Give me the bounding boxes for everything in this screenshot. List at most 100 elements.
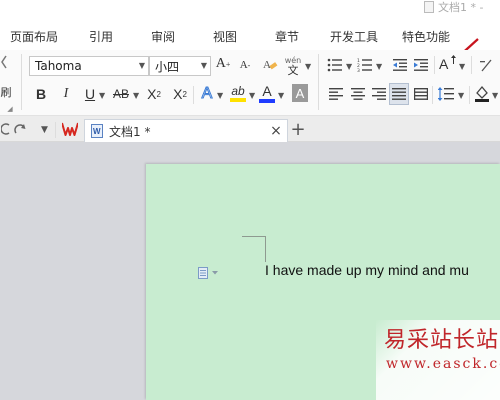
subscript-mark: 2 (182, 89, 187, 99)
bullet-list-icon[interactable] (326, 56, 344, 74)
subscript-label: X (173, 86, 183, 102)
grow-font-label: A (215, 56, 226, 71)
close-tab-icon[interactable]: × (269, 123, 283, 139)
font-size-value: 小四 (155, 59, 180, 74)
text-effect-button[interactable]: A (199, 84, 215, 104)
font-color-swatch (259, 99, 275, 103)
wps-logo-icon[interactable] (62, 121, 78, 137)
italic-button[interactable]: I (58, 85, 74, 103)
superscript-button[interactable]: X2 (144, 85, 164, 103)
menu-tab-view[interactable]: 视图 (213, 28, 237, 45)
document-tab[interactable]: W 文档1 * × (84, 119, 288, 142)
document-tab-row: ▼ W 文档1 * × + (0, 116, 500, 142)
svg-text:A: A (439, 56, 449, 72)
title-bar: 文档1 * - (0, 0, 500, 22)
chevron-down-icon[interactable]: ▼ (305, 62, 311, 71)
shrink-font-button[interactable]: A- (238, 56, 252, 74)
highlight-label: ab (231, 84, 245, 98)
font-color-label: A (262, 83, 272, 99)
align-center-icon[interactable] (350, 86, 366, 102)
ribbon-separator (432, 86, 433, 104)
ribbon-separator (21, 54, 22, 110)
distributed-align-icon[interactable] (413, 86, 429, 102)
subscript-button[interactable]: X2 (170, 85, 190, 103)
font-color-button[interactable]: A (258, 82, 276, 104)
document-icon (424, 1, 434, 13)
new-tab-icon[interactable]: + (290, 119, 306, 140)
chevron-down-icon[interactable]: ▼ (99, 91, 105, 100)
refresh-icon[interactable] (0, 121, 12, 137)
char-shading-button[interactable]: A (292, 84, 308, 102)
increase-indent-icon[interactable] (412, 56, 430, 74)
superscript-mark: 2 (156, 89, 161, 99)
decrease-indent-icon[interactable] (391, 56, 409, 74)
word-document-icon: W (90, 124, 104, 138)
menu-tab-developer[interactable]: 开发工具 (330, 28, 378, 45)
chevron-down-icon[interactable]: ▼ (459, 62, 465, 71)
text-direction-icon[interactable]: A (438, 54, 458, 74)
paragraph-shading-icon[interactable] (474, 84, 490, 104)
window-doc-title: 文档1 * - (424, 0, 483, 14)
chevron-down-icon[interactable]: ▼ (458, 91, 464, 100)
superscript-label: X (147, 86, 157, 102)
watermark-title: 易采站长站 (384, 328, 500, 353)
numbered-list-icon[interactable]: 123 (356, 56, 374, 74)
ribbon-separator (434, 56, 435, 74)
phonetic-guide-button[interactable]: wén 文 (284, 54, 302, 78)
justify-icon[interactable] (389, 83, 409, 105)
chevron-down-icon[interactable]: ▼ (376, 62, 382, 71)
menu-tab-review[interactable]: 审阅 (151, 28, 175, 45)
underline-button[interactable]: U (82, 85, 98, 103)
site-watermark: 易采站长站 www.easck.com (376, 320, 500, 400)
menu-bar: 页面布局 引用 审阅 视图 章节 开发工具 特色功能 (0, 22, 500, 62)
chevron-down-icon[interactable]: ▼ (217, 91, 223, 100)
menu-tab-references[interactable]: 引用 (89, 28, 113, 45)
chevron-down-icon[interactable]: ▼ (133, 91, 139, 100)
highlight-button[interactable]: ab (228, 82, 248, 104)
font-name-value: Tahoma (35, 59, 82, 73)
document-body-text[interactable]: I have made up my mind and mu (265, 262, 469, 278)
svg-text:3: 3 (357, 68, 360, 72)
align-left-icon[interactable] (328, 86, 344, 102)
redo-icon[interactable] (14, 121, 26, 137)
line-spacing-icon[interactable] (437, 86, 455, 102)
chevron-down-icon[interactable]: ▼ (346, 62, 352, 71)
watermark-url: www.easck.com (386, 356, 500, 372)
sort-icon[interactable] (478, 56, 494, 74)
chevron-down-icon[interactable]: ▼ (278, 91, 284, 100)
format-painter-label[interactable]: 刷 (0, 84, 12, 100)
chevron-down-icon[interactable]: ▼ (139, 61, 145, 70)
phonetic-bottom: 文 (287, 63, 299, 77)
clipboard-icon[interactable] (0, 54, 8, 70)
chevron-down-icon[interactable]: ▼ (492, 91, 498, 100)
document-tab-label: 文档1 * (109, 124, 151, 139)
quick-access-dropdown-icon[interactable]: ▼ (41, 125, 48, 135)
paragraph-layout-icon[interactable] (198, 264, 220, 283)
font-size-combo[interactable]: 小四 ▼ (149, 56, 211, 76)
window-title-text: 文档1 * - (438, 1, 484, 14)
margin-crop-mark (242, 236, 266, 237)
shrink-font-label: A (239, 59, 248, 71)
ribbon-separator (469, 86, 470, 104)
tab-separator (55, 122, 56, 138)
bold-button[interactable]: B (33, 85, 49, 103)
dialog-launcher-icon[interactable]: ◢ (6, 105, 14, 113)
ribbon-separator (471, 56, 472, 74)
svg-text:A: A (263, 59, 271, 71)
grow-font-button[interactable]: A + (215, 54, 231, 74)
chevron-down-icon[interactable]: ▼ (249, 91, 255, 100)
highlight-color-swatch (230, 98, 246, 102)
menu-tab-special-features[interactable]: 特色功能 (402, 28, 450, 45)
menu-tab-section[interactable]: 章节 (275, 28, 299, 45)
clear-format-icon[interactable]: A (262, 56, 278, 74)
ribbon-separator (193, 86, 194, 104)
ribbon-toolbar: 刷 ◢ Tahoma ▼ 小四 ▼ A + A- A wén 文 ▼ B I U … (0, 50, 500, 116)
align-right-icon[interactable] (371, 86, 387, 102)
margin-crop-mark (265, 236, 266, 262)
ribbon-separator (318, 54, 319, 110)
menu-tab-page-layout[interactable]: 页面布局 (10, 28, 58, 45)
svg-text:W: W (93, 127, 101, 136)
strikethrough-button[interactable]: AB (110, 85, 132, 103)
chevron-down-icon[interactable]: ▼ (201, 61, 207, 70)
font-name-combo[interactable]: Tahoma ▼ (29, 56, 149, 76)
